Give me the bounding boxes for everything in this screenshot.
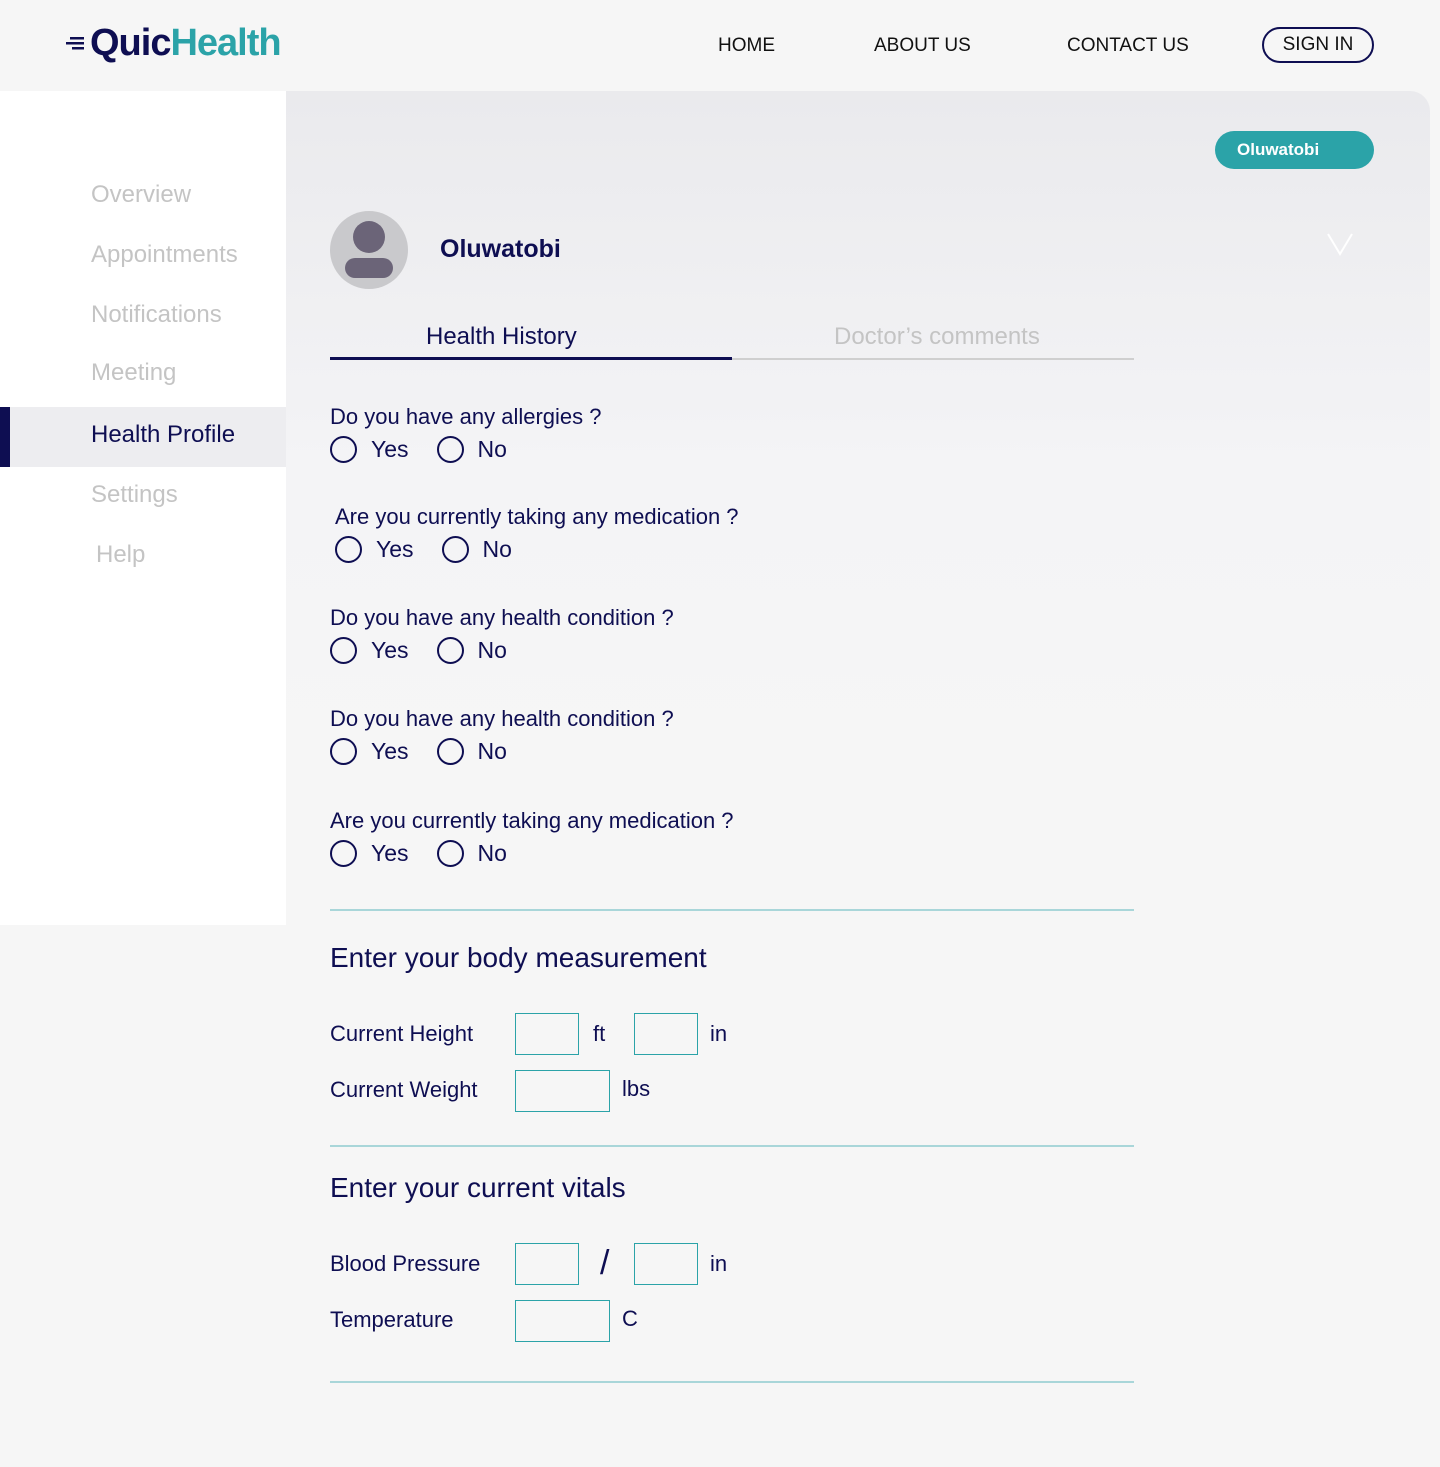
brand-quic: Quic [90,22,171,64]
radio-yes[interactable] [335,536,362,563]
top-header: QuicHealth HOME ABOUT US CONTACT US SIGN… [0,0,1440,91]
radio-no-label: No [477,738,507,764]
weight-input[interactable] [515,1070,610,1112]
brand-health: Health [170,22,281,64]
radio-no[interactable] [436,637,464,664]
tab-doctors-comments[interactable]: Doctor’s comments [834,323,1040,351]
section-divider [330,1381,1134,1383]
radio-no[interactable] [436,436,464,463]
radio-yes[interactable] [330,637,357,664]
radio-yes[interactable] [330,738,357,765]
tab-health-history[interactable]: Health History [426,323,577,351]
section-divider [330,1145,1134,1147]
bp-systolic-input[interactable] [515,1243,579,1285]
profile-name: Oluwatobi [440,235,561,263]
radio-no-label: No [477,436,507,462]
tab-inactive-indicator [732,358,1134,360]
sidebar-item-appointments[interactable]: Appointments [91,241,238,269]
radio-group-medication-2: Yes No [330,840,507,867]
radio-group-allergies: Yes No [330,436,507,463]
radio-no-label: No [477,637,507,663]
sidebar-item-health-profile[interactable]: Health Profile [0,407,286,467]
radio-yes[interactable] [330,436,357,463]
avatar-body [345,258,393,278]
radio-yes-label: Yes [371,738,409,764]
nav-about-link[interactable]: ABOUT US [874,35,971,57]
sign-in-button[interactable]: SIGN IN [1262,27,1374,63]
sidebar: Overview Appointments Notifications Meet… [0,91,286,925]
section-divider [330,909,1134,911]
blood-pressure-label: Blood Pressure [330,1251,481,1276]
radio-no[interactable] [436,840,464,867]
sidebar-item-meeting[interactable]: Meeting [91,359,176,387]
body-measurement-title: Enter your body measurement [330,942,707,973]
nav-home-link[interactable]: HOME [718,35,775,57]
weight-label: Current Weight [330,1077,478,1102]
height-label: Current Height [330,1021,474,1046]
radio-yes-label: Yes [371,637,409,663]
avatar-head [353,221,385,253]
sidebar-item-overview[interactable]: Overview [91,181,191,209]
radio-group-medication: Yes No [335,536,512,563]
tab-active-indicator [330,357,732,360]
radio-yes-label: Yes [371,840,409,866]
question-medication-2: Are you currently taking any medication … [330,808,734,833]
question-health-condition-2: Do you have any health condition ? [330,706,674,731]
bp-unit: in [710,1251,728,1276]
radio-no[interactable] [436,738,464,765]
temperature-input[interactable] [515,1300,610,1342]
radio-yes[interactable] [330,840,357,867]
bp-diastolic-input[interactable] [634,1243,698,1285]
radio-yes-label: Yes [371,436,409,462]
sidebar-item-settings[interactable]: Settings [91,481,178,509]
nav-contact-link[interactable]: CONTACT US [1067,35,1189,57]
bp-separator: / [600,1244,610,1282]
chevron-down-icon[interactable] [1326,230,1354,258]
temperature-label: Temperature [330,1307,454,1332]
question-health-condition: Do you have any health condition ? [330,605,674,630]
avatar [330,211,408,289]
user-menu-button[interactable]: Oluwatobi [1215,131,1374,169]
sidebar-item-notifications[interactable]: Notifications [91,301,222,329]
brand-name: QuicHealth [90,22,282,64]
weight-unit: lbs [622,1076,651,1101]
speed-lines-icon [66,37,84,50]
sidebar-item-label: Health Profile [91,421,236,448]
height-ft-unit: ft [593,1021,606,1046]
radio-no-label: No [477,840,507,866]
radio-group-health-condition-2: Yes No [330,738,507,765]
height-in-unit: in [710,1021,728,1046]
radio-group-health-condition: Yes No [330,637,507,664]
temperature-unit: C [622,1306,638,1331]
radio-no-label: No [482,536,512,562]
question-medication: Are you currently taking any medication … [335,504,739,529]
sidebar-item-help[interactable]: Help [96,541,145,569]
radio-yes-label: Yes [376,536,414,562]
height-ft-input[interactable] [515,1013,579,1055]
height-in-input[interactable] [634,1013,698,1055]
question-allergies: Do you have any allergies ? [330,404,602,429]
radio-no[interactable] [441,536,469,563]
brand-logo[interactable]: QuicHealth [66,22,282,64]
vitals-title: Enter your current vitals [330,1172,626,1203]
